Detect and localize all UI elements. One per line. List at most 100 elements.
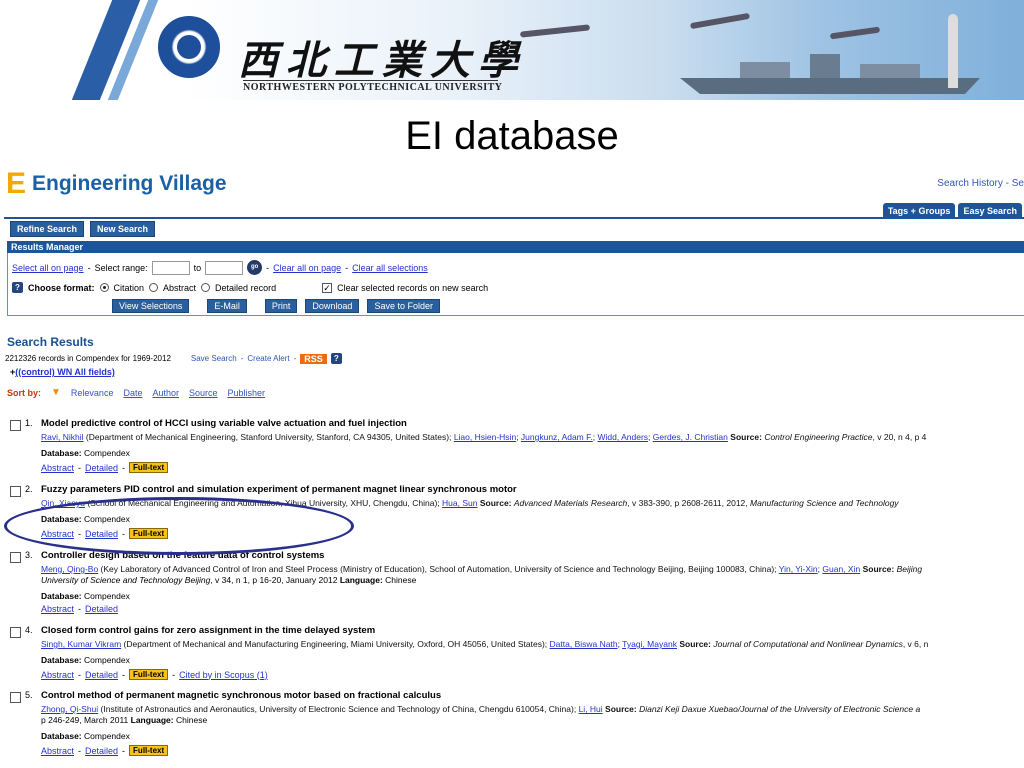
save-to-folder-button[interactable]: Save to Folder: [367, 299, 440, 313]
sort-author[interactable]: Author: [152, 388, 179, 398]
record-title: Model predictive control of HCCI using v…: [41, 418, 407, 429]
format-row: ? Choose format: Citation Abstract Detai…: [12, 282, 488, 293]
go-button[interactable]: go: [247, 260, 263, 275]
clear-all-on-page-link[interactable]: Clear all on page: [273, 263, 341, 273]
author-link[interactable]: Gerdes, J. Christian: [653, 432, 728, 442]
help-icon[interactable]: ?: [12, 282, 23, 293]
source-title: Journal of Computational and Nonlinear D…: [713, 639, 903, 649]
source-details: , v 20, n 4, p 4: [872, 432, 927, 442]
abstract-link[interactable]: Abstract: [41, 604, 74, 614]
detailed-link[interactable]: Detailed: [85, 746, 118, 756]
source-title: Beijing: [896, 564, 923, 574]
source-title: Dianzi Keji Daxue Xuebao/Journal of the …: [639, 704, 921, 714]
record-authors: Zhong, Qi-Shui (Institute of Astronautic…: [41, 704, 920, 714]
refine-search-button[interactable]: Refine Search: [10, 221, 85, 237]
email-button[interactable]: E-Mail: [207, 299, 247, 313]
search-query: +((control) WN All fields): [10, 367, 115, 377]
record-checkbox[interactable]: [10, 420, 21, 431]
sort-publisher[interactable]: Publisher: [228, 388, 266, 398]
results-count: 2212326 records in Compendex for 1969-20…: [5, 354, 171, 363]
record-checkbox[interactable]: [10, 692, 21, 703]
sort-date[interactable]: Date: [123, 388, 142, 398]
ev-logo-icon: E: [6, 169, 26, 199]
author-link[interactable]: Jungkunz, Adam F.: [521, 432, 593, 442]
range-end-input[interactable]: [205, 260, 244, 275]
author-link[interactable]: Widd, Anders: [597, 432, 648, 442]
author-link[interactable]: Yin, Yi-Xin: [779, 564, 818, 574]
source-details: , v 6, n: [902, 639, 929, 649]
author-link[interactable]: Liao, Hsien-Hsin: [454, 432, 516, 442]
query-link[interactable]: ((control) WN All fields): [15, 367, 115, 377]
author-link[interactable]: Li, Hui: [579, 704, 603, 714]
database-row: Database: Compendex: [41, 591, 130, 601]
author-link[interactable]: Meng, Qing-Bo: [41, 564, 98, 574]
source-title: Advanced Materials Research: [513, 498, 628, 508]
name-rule: [243, 80, 498, 81]
source-series: Manufacturing Science and Technology: [750, 498, 899, 508]
record-checkbox[interactable]: [10, 627, 21, 638]
author-link[interactable]: Datta, Biswa Nath: [550, 639, 618, 649]
record-number: 5.: [25, 690, 33, 700]
new-search-button[interactable]: New Search: [90, 221, 156, 237]
record-checkbox[interactable]: [10, 486, 21, 497]
source-label: Source:: [730, 432, 762, 442]
detailed-link[interactable]: Detailed: [85, 463, 118, 473]
detailed-label: Detailed record: [215, 282, 277, 293]
abstract-link[interactable]: Abstract: [41, 463, 74, 473]
sort-source[interactable]: Source: [189, 388, 218, 398]
sort-relevance[interactable]: Relevance: [71, 388, 114, 398]
download-button[interactable]: Download: [305, 299, 360, 313]
range-start-input[interactable]: [151, 260, 190, 275]
search-results-title: Search Results: [7, 335, 94, 349]
search-history-link[interactable]: Search History - Se: [937, 178, 1024, 189]
author-affiliation: (Department of Mechanical Engineering, S…: [85, 432, 452, 442]
header-divider: [4, 217, 1024, 219]
source-label: Source:: [605, 704, 637, 714]
author-link[interactable]: Tyagi, Mayank: [622, 639, 677, 649]
record-title: Control method of permanent magnetic syn…: [41, 690, 442, 701]
detailed-link[interactable]: Detailed: [85, 670, 118, 680]
record-title: Fuzzy parameters PID control and simulat…: [41, 484, 517, 495]
select-range-label: Select range:: [94, 262, 148, 273]
abstract-radio[interactable]: [149, 283, 159, 292]
record-links: Abstract - Detailed: [41, 604, 119, 614]
record-checkbox[interactable]: [10, 552, 21, 563]
author-link[interactable]: Ravi, Nikhil: [41, 432, 84, 442]
create-alert-link[interactable]: Create Alert: [247, 354, 289, 363]
range-to-label: to: [193, 262, 202, 273]
author-link[interactable]: Zhong, Qi-Shui: [41, 704, 98, 714]
full-text-button[interactable]: Full-text: [129, 462, 169, 473]
abstract-link[interactable]: Abstract: [41, 670, 74, 680]
cited-by-scopus-link[interactable]: Cited by in Scopus (1): [179, 670, 268, 680]
jet-image: [519, 24, 591, 38]
clear-all-selections-link[interactable]: Clear all selections: [352, 263, 428, 273]
select-all-link[interactable]: Select all on page: [12, 263, 84, 273]
save-search-link[interactable]: Save Search: [191, 354, 237, 363]
abstract-link[interactable]: Abstract: [41, 746, 74, 756]
view-selections-button[interactable]: View Selections: [112, 299, 190, 313]
author-link[interactable]: Guan, Xin: [822, 564, 860, 574]
record-title: Closed form control gains for zero assig…: [41, 625, 376, 636]
author-link[interactable]: Hua, Sun: [442, 498, 477, 508]
results-manager-header: Results Manager: [7, 241, 1024, 253]
database-row: Database: Compendex: [41, 731, 130, 741]
full-text-button[interactable]: Full-text: [129, 745, 169, 756]
detailed-radio[interactable]: [201, 283, 211, 292]
citation-radio[interactable]: [99, 283, 109, 292]
rss-button[interactable]: RSS: [300, 353, 327, 364]
print-button[interactable]: Print: [264, 299, 298, 313]
author-link[interactable]: Singh, Kumar Vikram: [41, 639, 121, 649]
engineering-village-logo[interactable]: E Engineering Village: [6, 169, 227, 199]
source-label: Source:: [862, 564, 895, 574]
detailed-link[interactable]: Detailed: [85, 604, 118, 614]
abstract-label: Abstract: [163, 282, 197, 293]
sort-by-label: Sort by:: [7, 387, 42, 398]
slide-title: EI database: [405, 114, 619, 158]
record-source-continued: University of Science and Technology Bei…: [41, 575, 417, 585]
record-number: 4.: [25, 625, 33, 635]
record-links: Abstract - Detailed - Full-text: [41, 745, 169, 756]
record-links: Abstract - Detailed - Full-text: [41, 462, 169, 473]
clear-on-new-checkbox[interactable]: ✓: [322, 282, 333, 293]
full-text-button[interactable]: Full-text: [129, 669, 169, 680]
rss-help-icon[interactable]: ?: [330, 353, 342, 364]
